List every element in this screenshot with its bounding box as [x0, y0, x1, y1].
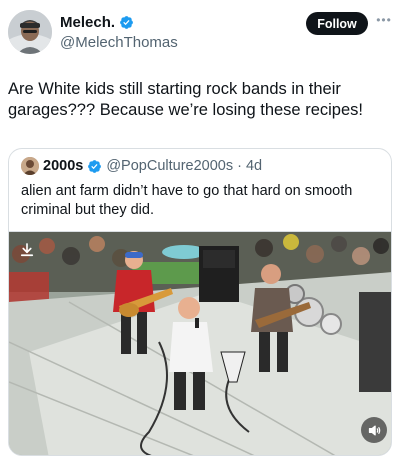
user-avatar-icon	[8, 10, 52, 54]
tweet-text: Are White kids still starting rock bands…	[8, 80, 363, 119]
quote-header: 2000s @PopCulture2000s · 4d	[21, 157, 262, 175]
author-avatar[interactable]	[8, 10, 52, 54]
quote-handle[interactable]: @PopCulture2000s	[106, 158, 233, 174]
author-display-name[interactable]: Melech.	[60, 13, 115, 32]
tweet: Melech. @MelechThomas Follow ••• Are Whi…	[0, 0, 400, 461]
quote-avatar[interactable]	[21, 157, 39, 175]
user-avatar-icon	[21, 157, 39, 175]
verified-badge-icon	[119, 15, 134, 30]
verified-badge-icon	[87, 159, 102, 174]
quote-text: alien ant farm didn’t have to go that ha…	[21, 183, 353, 218]
author-handle[interactable]: @MelechThomas	[60, 33, 178, 53]
video-thumbnail-icon	[9, 232, 391, 455]
follow-button[interactable]: Follow	[306, 12, 368, 35]
quoted-tweet[interactable]: 2000s @PopCulture2000s · 4d alien ant fa…	[8, 148, 392, 456]
download-icon[interactable]	[18, 241, 36, 259]
more-icon[interactable]: •••	[374, 14, 394, 28]
author-names: Melech. @MelechThomas	[60, 13, 178, 53]
quote-separator: ·	[237, 158, 242, 174]
quote-display-name[interactable]: 2000s	[43, 158, 83, 174]
quote-timestamp[interactable]: 4d	[246, 158, 262, 174]
volume-icon[interactable]	[361, 417, 387, 443]
quote-video[interactable]	[9, 231, 391, 455]
